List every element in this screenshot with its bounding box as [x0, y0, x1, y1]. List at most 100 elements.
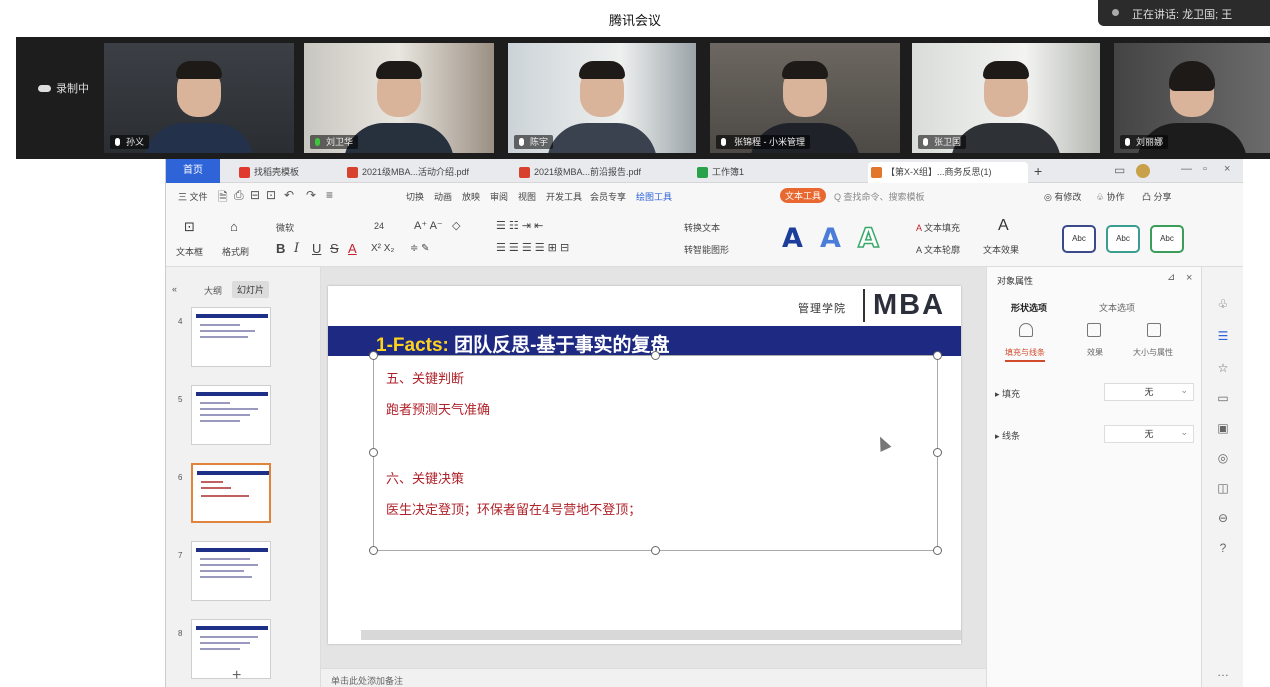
textbox-icon[interactable]: ⊡ [184, 219, 195, 235]
horizontal-scrollbar[interactable] [361, 630, 961, 640]
resize-handle[interactable] [933, 448, 942, 457]
add-slide-button[interactable]: + [232, 667, 241, 685]
slide-title[interactable]: 1-Facts: 团队反思-基于事实的复盘 [376, 330, 669, 357]
undo-icon[interactable]: ↶ [284, 188, 294, 202]
tab-outline[interactable]: 大纲 [204, 284, 222, 297]
pin-icon[interactable]: ⊿ [1167, 272, 1175, 283]
doc-tab[interactable]: 2021级MBA...活动介绍.pdf [344, 162, 494, 183]
more-icon[interactable]: … [1216, 665, 1230, 679]
resize-handle[interactable] [369, 448, 378, 457]
menu-animation[interactable]: 动画 [434, 190, 452, 203]
char-spacing-icon[interactable]: ≑ ✎ [410, 243, 430, 254]
subtab-fill-line[interactable]: 填充与线条 [1005, 347, 1045, 362]
text-style-dark[interactable]: A [782, 223, 803, 254]
settings-icon[interactable]: ⊖ [1216, 511, 1230, 525]
tab-home[interactable]: 首页 [166, 159, 220, 183]
menu-review[interactable]: 审阅 [490, 190, 508, 203]
export-icon[interactable]: ⊡ [266, 188, 276, 202]
superscript-icon[interactable]: X² X₂ [371, 243, 394, 254]
video-tile[interactable]: 孙义 [104, 43, 294, 153]
book-icon[interactable]: ◫ [1216, 481, 1230, 495]
text-fill-button[interactable]: A 文本填充 [916, 221, 960, 234]
menu-unsaved[interactable]: ◎ 有修改 [1044, 190, 1081, 203]
picture-icon[interactable]: ▣ [1216, 421, 1230, 435]
text-style-blue[interactable]: A [820, 223, 841, 254]
italic-button[interactable]: I [294, 241, 299, 256]
command-search[interactable]: Q 查找命令、搜索模板 [834, 190, 925, 203]
text-outline-button[interactable]: A 文本轮廓 [916, 243, 960, 256]
new-tab-button[interactable]: + [1034, 163, 1042, 179]
resize-handle[interactable] [369, 351, 378, 360]
help-icon[interactable]: ? [1216, 541, 1230, 555]
layout-icon[interactable]: ▭ [1114, 163, 1125, 177]
print-icon[interactable]: ⎙ [234, 188, 244, 203]
bold-button[interactable]: B [276, 241, 285, 256]
line-select[interactable]: 无 [1104, 424, 1194, 443]
subtab-effect[interactable]: 效果 [1087, 347, 1103, 358]
font-color-button[interactable]: A [348, 241, 357, 256]
shape-style-3[interactable]: Abc [1150, 225, 1184, 253]
save-icon[interactable]: 🗎 [218, 188, 228, 209]
grow-font-icon[interactable]: A⁺ A⁻ [414, 219, 443, 232]
avatar[interactable] [1136, 164, 1150, 178]
close-icon[interactable]: × [1224, 163, 1230, 175]
menu-share[interactable]: 凸 分享 [1142, 190, 1172, 203]
clear-format-icon[interactable]: ◇ [452, 219, 460, 232]
subtab-size[interactable]: 大小与属性 [1133, 347, 1173, 358]
convert-text-button[interactable]: 转换文本 [684, 221, 720, 234]
video-tile[interactable]: 刘卫华 [304, 43, 494, 153]
text-effect-icon[interactable]: A [998, 217, 1009, 235]
resize-handle[interactable] [933, 351, 942, 360]
menu-devtools[interactable]: 开发工具 [546, 190, 582, 203]
collapse-icon[interactable]: « [172, 284, 177, 294]
fill-select[interactable]: 无 [1104, 382, 1194, 401]
slide-thumbnail[interactable] [191, 619, 271, 679]
smartart-button[interactable]: 转智能图形 [684, 243, 729, 256]
menu-slideshow[interactable]: 放映 [462, 190, 480, 203]
slide-thumbnail[interactable] [191, 385, 271, 445]
slide-thumbnail-selected[interactable] [191, 463, 271, 523]
panel-close-icon[interactable]: × [1186, 272, 1192, 284]
tab-shape-options[interactable]: 形状选项 [1011, 301, 1047, 314]
font-size-select[interactable]: 24 [374, 221, 384, 231]
shape-style-2[interactable]: Abc [1106, 225, 1140, 253]
slide-thumbnail[interactable] [191, 307, 271, 367]
current-slide[interactable]: 管理学院 MBA 1-Facts: 团队反思-基于事实的复盘 五、关键判断 跑者… [328, 286, 961, 644]
resize-handle[interactable] [933, 546, 942, 555]
slide-thumbnail[interactable] [191, 541, 271, 601]
text-effect-button[interactable]: 文本效果 [983, 243, 1019, 256]
strikethrough-button[interactable]: S [330, 241, 339, 256]
font-name-select[interactable]: 微软 [276, 221, 294, 234]
video-tile[interactable]: 张卫国 [912, 43, 1100, 153]
globe-icon[interactable]: ◎ [1216, 451, 1230, 465]
animation-icon[interactable]: ☆ [1216, 361, 1230, 375]
fill-line-icon[interactable] [1019, 323, 1033, 337]
menu-text-tools[interactable]: 文本工具 [780, 188, 827, 203]
recording-indicator[interactable]: 录制中 [38, 80, 89, 96]
doc-tab[interactable]: 找稻壳模板 [236, 162, 336, 183]
menu-file[interactable]: 三 文件 [178, 190, 208, 203]
resize-handle[interactable] [369, 546, 378, 555]
video-tile[interactable]: 刘丽娜 [1114, 43, 1270, 153]
align-icon[interactable]: ☰ ☰ ☰ ☰ ⊞ ⊟ [496, 241, 569, 254]
tab-slides[interactable]: 幻灯片 [232, 281, 270, 298]
preview-icon[interactable]: ⊟ [250, 188, 260, 202]
text-style-outline[interactable]: A [857, 222, 879, 255]
resize-handle[interactable] [651, 351, 660, 360]
underline-button[interactable]: U [312, 241, 321, 256]
menu-member[interactable]: 会员专享 [590, 190, 626, 203]
doc-tab[interactable]: 2021级MBA...前沿报告.pdf [516, 162, 666, 183]
doc-tab-active[interactable]: 【第X-X组】...商务反思(1) [868, 162, 1028, 183]
video-tile[interactable]: 陈宇 [508, 43, 696, 153]
properties-icon[interactable]: ☰ [1216, 329, 1230, 343]
menu-drawing-tools[interactable]: 绘图工具 [636, 190, 672, 203]
redo-icon[interactable]: ↷ [306, 188, 316, 202]
bullets-icon[interactable]: ☰ ☷ ⇥ ⇤ [496, 219, 543, 232]
magic-icon[interactable]: ♧ [1216, 297, 1230, 311]
effect-icon[interactable] [1087, 323, 1101, 337]
resize-handle[interactable] [651, 546, 660, 555]
format-painter-icon[interactable]: ⌂ [230, 219, 238, 234]
shape-style-1[interactable]: Abc [1062, 225, 1096, 253]
minimize-icon[interactable]: — [1181, 163, 1192, 175]
doc-tab[interactable]: 工作簿1 [694, 162, 814, 183]
